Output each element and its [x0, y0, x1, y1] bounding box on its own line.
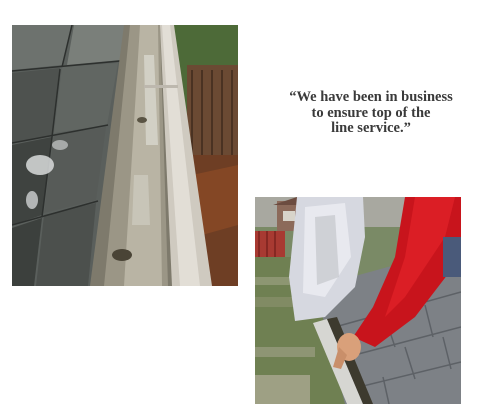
worker-photo [255, 197, 461, 404]
quote-line-2: to ensure top of the [311, 104, 431, 121]
quote-line-1: “We have been in business [289, 89, 453, 105]
page: “We have been in business to ensure top … [0, 0, 500, 419]
quote-line-3: line service.” [331, 120, 411, 136]
testimonial-quote: “We have been in business to ensure top … [259, 89, 483, 137]
gutter-photo [12, 25, 238, 286]
